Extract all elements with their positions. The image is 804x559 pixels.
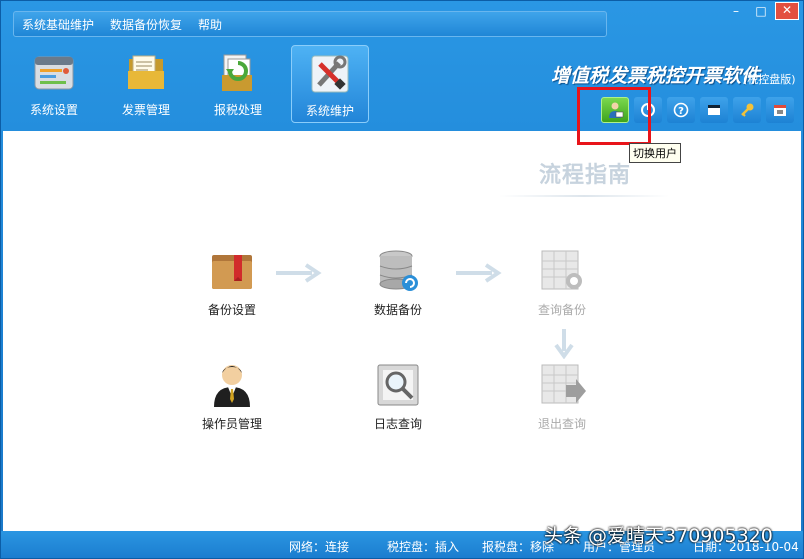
database-icon — [374, 247, 422, 295]
svg-text:?: ? — [678, 106, 684, 117]
exit-query-node[interactable]: 退出查询 — [512, 361, 612, 432]
system-settings-button[interactable]: 系统设置 — [15, 45, 93, 123]
exit-query-label: 退出查询 — [537, 417, 586, 431]
app-subtitle: (税控盘版) — [743, 73, 796, 86]
status-tax-disk: 税控盘：插入 — [387, 540, 460, 554]
flow-arrow-1 — [276, 263, 324, 286]
exit-query-icon — [538, 361, 586, 409]
invoice-folder-icon — [124, 51, 168, 95]
help-icon[interactable]: ? — [667, 97, 695, 123]
settings-panel-icon — [32, 51, 76, 95]
operator-management-node[interactable]: 操作员管理 — [182, 361, 282, 432]
log-query-node[interactable]: 日志查询 — [348, 361, 448, 432]
query-backup-label: 查询备份 — [537, 303, 586, 317]
close-button[interactable]: ✕ — [775, 2, 799, 20]
app-window: – □ ✕ 系统基础维护 数据备份恢复 帮助 系统设置 发票管理 报税处理 系统… — [0, 0, 804, 559]
invoice-management-label: 发票管理 — [121, 103, 170, 117]
calendar-icon[interactable] — [766, 97, 794, 123]
operator-management-label: 操作员管理 — [201, 417, 262, 431]
query-backup-node[interactable]: 查询备份 — [512, 247, 612, 318]
switch-user-tooltip: 切换用户 — [629, 143, 681, 163]
tools-icon — [308, 52, 352, 96]
window-controls: – □ ✕ — [722, 2, 799, 20]
backup-folder-icon — [208, 247, 256, 295]
system-settings-label: 系统设置 — [29, 103, 78, 117]
key-icon[interactable] — [733, 97, 761, 123]
window-icon[interactable] — [700, 97, 728, 123]
watermark: 头条 @爱晴天370905320 — [544, 525, 773, 547]
highlight-box — [577, 87, 651, 145]
query-backup-icon — [538, 247, 586, 295]
menu-bar: 系统基础维护 数据备份恢复 帮助 — [13, 11, 607, 37]
tax-report-icon — [216, 51, 260, 95]
status-network: 网络：连接 — [289, 540, 350, 554]
maximize-button[interactable]: □ — [750, 2, 772, 20]
tax-processing-button[interactable]: 报税处理 — [199, 45, 277, 123]
guide-title: 流程指南 — [539, 163, 632, 188]
system-maintenance-label: 系统维护 — [305, 104, 354, 118]
invoice-management-button[interactable]: 发票管理 — [107, 45, 185, 123]
flow-arrow-2 — [456, 263, 504, 286]
main-toolbar: 系统设置 发票管理 报税处理 系统维护 — [15, 45, 383, 123]
menu-help[interactable]: 帮助 — [198, 16, 222, 33]
log-search-icon — [374, 361, 422, 409]
backup-settings-label: 备份设置 — [207, 303, 256, 317]
data-backup-node[interactable]: 数据备份 — [348, 247, 448, 318]
content-panel — [3, 131, 801, 531]
log-query-label: 日志查询 — [373, 417, 422, 431]
guide-divider — [499, 195, 669, 197]
tax-processing-label: 报税处理 — [213, 103, 262, 117]
app-title: 增值税发票税控开票软件 — [551, 65, 761, 87]
flow-arrow-down — [554, 329, 574, 362]
data-backup-label: 数据备份 — [373, 303, 422, 317]
system-maintenance-button[interactable]: 系统维护 — [291, 45, 369, 123]
menu-data-backup[interactable]: 数据备份恢复 — [110, 16, 182, 33]
operator-user-icon — [208, 361, 256, 409]
backup-settings-node[interactable]: 备份设置 — [182, 247, 282, 318]
minimize-button[interactable]: – — [725, 2, 747, 20]
menu-system-maintenance[interactable]: 系统基础维护 — [22, 16, 94, 33]
